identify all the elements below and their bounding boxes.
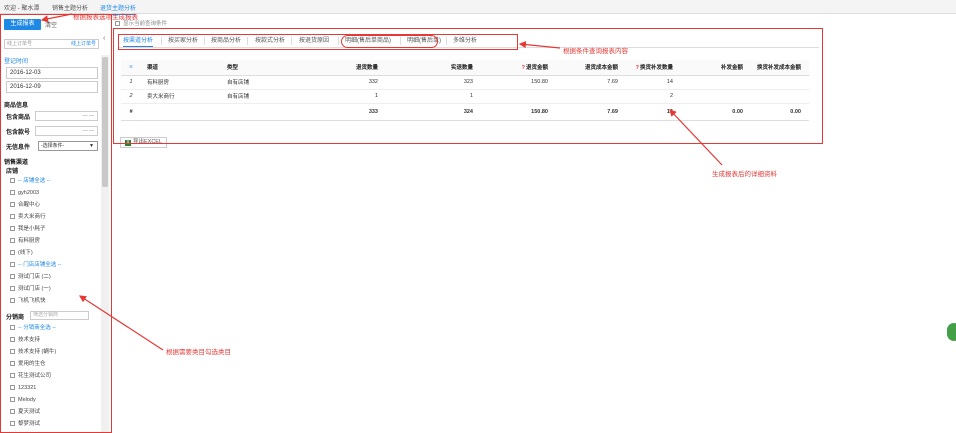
- floating-help-button[interactable]: [947, 323, 956, 341]
- annotation-sidebar-box: [0, 14, 112, 433]
- annotation-tabs-note: 根据条件查询报表内容: [563, 48, 628, 55]
- annotation-tabs-box: [118, 34, 518, 50]
- annotation-detail-note: 生成报表后的详细资料: [712, 171, 777, 178]
- annotation-generate-note: 根据报表选项生成报表: [73, 14, 138, 21]
- tab-welcome[interactable]: 欢迎 - 聚水潭: [4, 3, 39, 12]
- checkbox-icon: [115, 21, 120, 26]
- top-tab-bar: 欢迎 - 聚水潭 销售主题分析 退货主题分析: [0, 0, 956, 15]
- annotation-detail-tabs-highlight: [341, 35, 438, 48]
- show-conditions-label: 显示当前查询条件: [123, 21, 168, 27]
- annotation-categories-note: 根据需要类目勾选类目: [166, 349, 231, 356]
